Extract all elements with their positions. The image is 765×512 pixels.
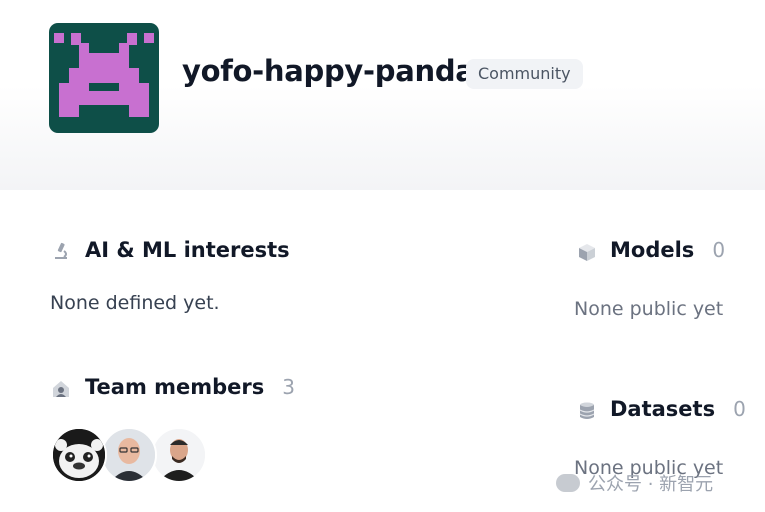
- models-title[interactable]: Models 0: [610, 238, 725, 262]
- interests-title-text: AI & ML interests: [85, 238, 290, 262]
- interests-value: None defined yet.: [50, 292, 220, 314]
- models-empty: None public yet: [574, 298, 724, 320]
- team-count: 3: [282, 375, 296, 399]
- interests-title: AI & ML interests: [85, 238, 290, 262]
- org-name: yofo-happy-panda: [182, 54, 475, 88]
- models-title-text: Models: [610, 238, 695, 262]
- member-avatar[interactable]: [151, 427, 207, 483]
- cube-icon: [577, 242, 597, 262]
- wechat-icon: [556, 474, 580, 492]
- member-avatar[interactable]: [101, 427, 157, 483]
- team-icon: [51, 379, 71, 399]
- team-title-text: Team members: [85, 375, 265, 399]
- team-member-list: [51, 427, 211, 483]
- team-title: Team members 3: [85, 375, 295, 399]
- database-icon: [577, 401, 597, 421]
- datasets-title-text: Datasets: [610, 397, 716, 421]
- watermark: 公众号 · 新智元: [556, 470, 713, 496]
- datasets-count: 0: [733, 397, 746, 421]
- watermark-text: 公众号 · 新智元: [588, 474, 714, 495]
- models-count: 0: [712, 238, 726, 262]
- org-avatar[interactable]: [49, 23, 159, 133]
- org-type-badge: Community: [466, 59, 583, 89]
- datasets-title[interactable]: Datasets 0: [610, 397, 746, 421]
- microscope-icon: [51, 241, 71, 261]
- member-avatar[interactable]: [51, 427, 107, 483]
